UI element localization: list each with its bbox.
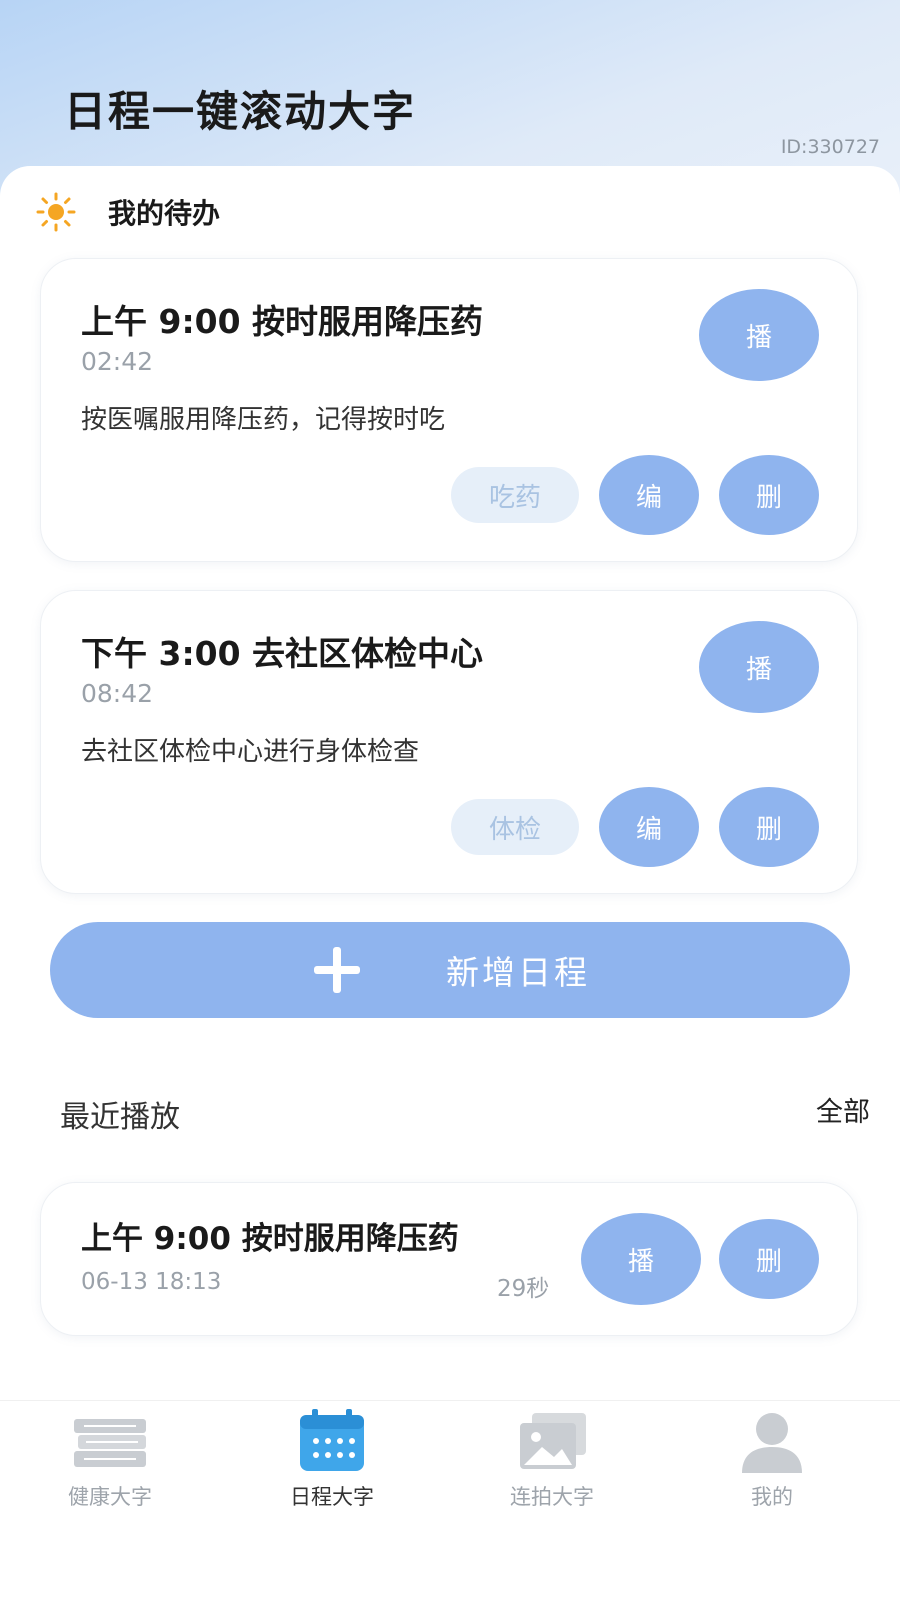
edit-button[interactable]: 编 (599, 787, 699, 867)
todo-section-title: 我的待办 (108, 197, 221, 230)
tab-photo[interactable]: 连拍大字 (452, 1409, 652, 1519)
page-title: 日程一键滚动大字 (64, 87, 417, 136)
recent-title: 上午 9:00 按时服用降压药 (81, 1221, 459, 1257)
bottom-tab-bar: 健康大字 日程大字 连拍大字 我的 (0, 1400, 900, 1600)
tab-label: 健康大字 (68, 1485, 152, 1509)
view-all-link[interactable]: 全部 (816, 1090, 870, 1129)
play-button[interactable]: 播 (699, 621, 819, 713)
tab-label: 连拍大字 (510, 1485, 594, 1509)
recent-card[interactable]: 上午 9:00 按时服用降压药 06-13 18:13 29秒 播 删 (40, 1182, 858, 1336)
play-button[interactable]: 播 (699, 289, 819, 381)
recent-section-title: 最近播放 (60, 1100, 180, 1135)
tab-schedule[interactable]: 日程大字 (232, 1409, 432, 1519)
plus-icon (314, 947, 360, 993)
photo-stack-icon (520, 1413, 586, 1469)
play-button[interactable]: 播 (581, 1213, 701, 1305)
todo-time: 08:42 (81, 679, 154, 708)
tab-me[interactable]: 我的 (672, 1409, 872, 1519)
category-tag: 体检 (451, 799, 579, 855)
todo-time: 02:42 (81, 347, 154, 376)
delete-button[interactable]: 删 (719, 455, 819, 535)
todo-card[interactable]: 下午 3:00 去社区体检中心 08:42 去社区体检中心进行身体检查 播 体检… (40, 590, 858, 894)
tab-label: 日程大字 (290, 1485, 374, 1509)
todo-description: 去社区体检中心进行身体检查 (81, 737, 420, 767)
add-schedule-button[interactable]: 新增日程 (50, 922, 850, 1018)
tab-health[interactable]: 健康大字 (10, 1409, 210, 1519)
book-stack-icon (74, 1419, 146, 1467)
todo-title: 下午 3:00 去社区体检中心 (81, 634, 484, 673)
user-icon (742, 1413, 802, 1473)
todo-description: 按医嘱服用降压药，记得按时吃 (81, 405, 446, 435)
calendar-icon (300, 1409, 364, 1471)
recent-duration: 29秒 (497, 1276, 550, 1302)
tab-label: 我的 (751, 1485, 793, 1509)
todo-title: 上午 9:00 按时服用降压药 (81, 302, 484, 341)
add-schedule-label: 新增日程 (446, 953, 590, 992)
todo-card[interactable]: 上午 9:00 按时服用降压药 02:42 按医嘱服用降压药，记得按时吃 播 吃… (40, 258, 858, 562)
sun-icon (36, 192, 76, 232)
user-id-label: ID:330727 (780, 136, 880, 158)
category-tag: 吃药 (451, 467, 579, 523)
delete-button[interactable]: 删 (719, 787, 819, 867)
recent-datetime: 06-13 18:13 (81, 1269, 222, 1295)
edit-button[interactable]: 编 (599, 455, 699, 535)
todo-section-header: 我的待办 (34, 192, 220, 232)
delete-button[interactable]: 删 (719, 1219, 819, 1299)
